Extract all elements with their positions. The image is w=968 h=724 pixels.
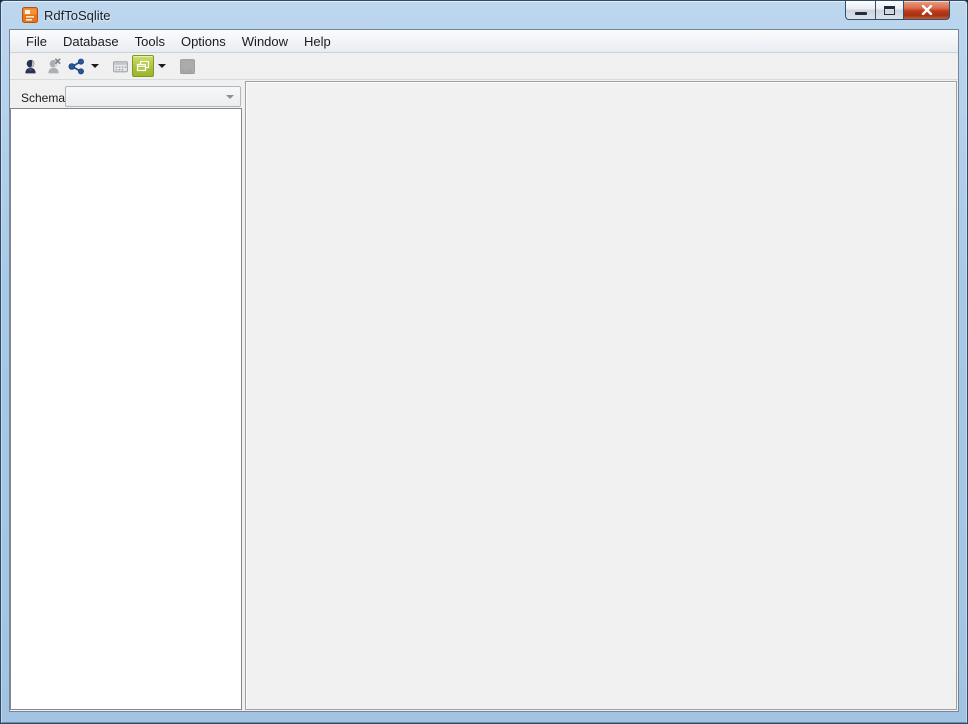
share-connection-dropdown-button[interactable] xyxy=(88,55,101,77)
titlebar[interactable]: RdfToSqlite xyxy=(1,1,967,29)
user-x-icon xyxy=(47,57,61,73)
schema-combobox xyxy=(65,86,241,107)
schema-label: Schema xyxy=(21,91,66,105)
maximize-icon xyxy=(884,5,895,15)
window-controls xyxy=(845,1,950,21)
query-window-button xyxy=(109,55,131,77)
schema-tree-panel xyxy=(10,108,242,710)
user-icon xyxy=(24,59,36,73)
menu-window[interactable]: Window xyxy=(234,32,296,51)
client-area: File Database Tools Options Window Help xyxy=(9,29,959,712)
disconnect-user-button xyxy=(42,55,64,77)
stop-button xyxy=(176,55,198,77)
share-icon xyxy=(68,58,84,74)
minimize-button[interactable] xyxy=(845,1,875,20)
app-icon xyxy=(22,7,38,23)
combobox-arrow-icon xyxy=(226,94,234,99)
menu-file[interactable]: File xyxy=(18,32,55,51)
window-title: RdfToSqlite xyxy=(44,8,111,23)
stop-icon xyxy=(179,58,195,74)
window-layout-dropdown-button[interactable] xyxy=(155,55,168,77)
window-green-icon xyxy=(136,60,150,72)
menu-database[interactable]: Database xyxy=(55,32,127,51)
connect-user-button[interactable] xyxy=(19,55,41,77)
share-connection-button[interactable] xyxy=(65,55,87,77)
window-layout-button[interactable] xyxy=(132,55,154,77)
maximize-button[interactable] xyxy=(875,1,904,20)
close-icon xyxy=(921,5,932,15)
menu-help[interactable]: Help xyxy=(296,32,339,51)
close-button[interactable] xyxy=(904,1,950,20)
dropdown-arrow-icon xyxy=(157,64,166,68)
main-workspace-panel xyxy=(245,81,957,710)
app-window: RdfToSqlite File Database Tools Options … xyxy=(0,0,968,724)
query-grid-icon xyxy=(112,60,128,72)
toolbar xyxy=(10,53,958,80)
minimize-icon xyxy=(854,11,867,15)
menubar: File Database Tools Options Window Help xyxy=(10,30,958,53)
menu-tools[interactable]: Tools xyxy=(127,32,173,51)
content-area: Schema xyxy=(10,80,958,711)
dropdown-arrow-icon xyxy=(90,64,99,68)
menu-options[interactable]: Options xyxy=(173,32,234,51)
